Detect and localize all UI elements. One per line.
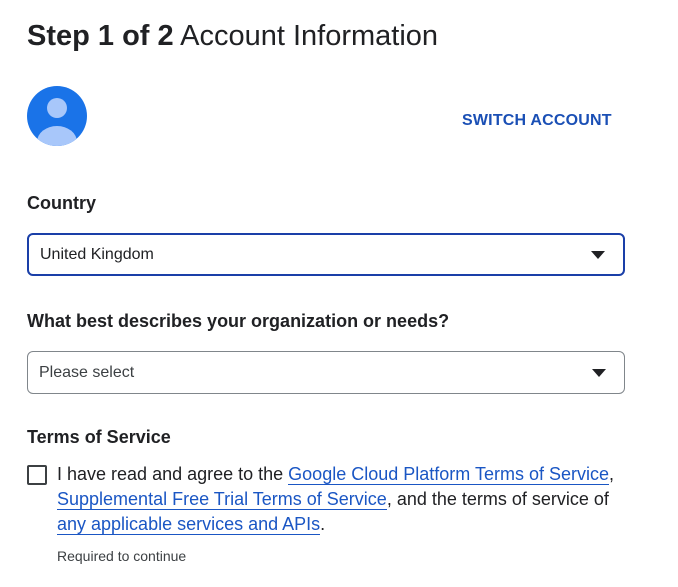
dropdown-arrow-icon xyxy=(592,368,606,377)
terms-text-middle: , and the terms of service of xyxy=(386,489,609,509)
step-indicator: Step 1 of 2 xyxy=(27,20,174,52)
country-label: Country xyxy=(27,193,96,213)
page-title: Step 1 of 2 Account Information xyxy=(27,16,438,56)
organization-select[interactable]: Please select xyxy=(27,351,625,394)
organization-label: What best describes your organization or… xyxy=(27,311,450,331)
required-hint: Required to continue xyxy=(57,548,187,564)
free-trial-terms-link[interactable]: Supplemental Free Trial Terms of Service xyxy=(57,489,387,510)
organization-select-placeholder: Please select xyxy=(39,363,135,381)
gcp-terms-link[interactable]: Google Cloud Platform Terms of Service xyxy=(288,464,609,485)
country-select[interactable]: United Kingdom xyxy=(27,233,625,276)
applicable-services-link[interactable]: any applicable services and APIs xyxy=(57,514,321,535)
page-title-text: Account Information xyxy=(180,20,439,52)
terms-text: I have read and agree to the Google Clou… xyxy=(57,462,627,537)
terms-text-start: I have read and agree to the xyxy=(57,464,289,484)
account-avatar-icon xyxy=(27,86,87,146)
terms-checkbox[interactable] xyxy=(27,465,47,485)
dropdown-arrow-icon xyxy=(591,250,605,259)
switch-account-button[interactable]: SWITCH ACCOUNT xyxy=(462,112,612,130)
terms-text-end: . xyxy=(320,514,326,534)
terms-separator: , xyxy=(608,464,614,484)
terms-heading: Terms of Service xyxy=(27,427,171,447)
country-select-value: United Kingdom xyxy=(40,245,154,263)
